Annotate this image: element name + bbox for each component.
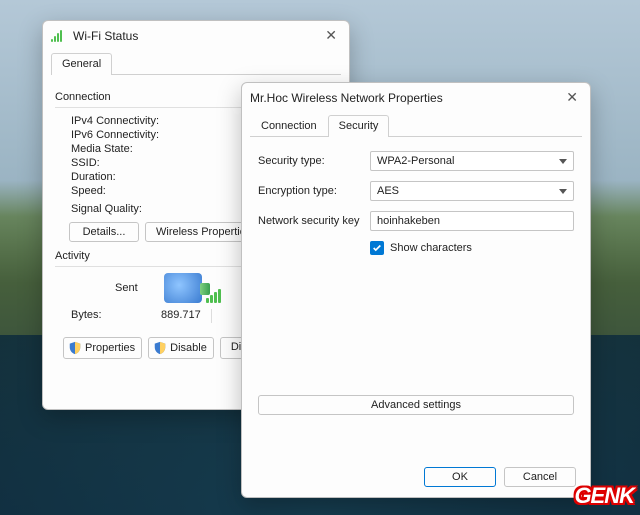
properties-tabs: Connection Security [250, 114, 582, 137]
cancel-button[interactable]: Cancel [504, 467, 576, 487]
wifi-status-title: Wi-Fi Status [73, 29, 315, 43]
computer-icon [164, 273, 202, 303]
tab-connection[interactable]: Connection [250, 115, 328, 137]
sent-label: Sent [115, 282, 138, 294]
wifi-signal-icon [51, 30, 65, 42]
properties-button[interactable]: Properties [63, 337, 142, 359]
tab-security[interactable]: Security [328, 115, 390, 137]
bytes-value: 889.717 [161, 309, 201, 323]
advanced-settings-button[interactable]: Advanced settings [258, 395, 574, 415]
details-button[interactable]: Details... [69, 222, 139, 242]
disable-button-label: Disable [170, 342, 207, 354]
security-key-value: hoinhakeben [377, 215, 440, 227]
properties-titlebar[interactable]: Mr.Hoc Wireless Network Properties ✕ [242, 83, 590, 110]
bytes-label: Bytes: [71, 309, 161, 323]
encryption-type-value: AES [377, 185, 399, 197]
network-properties-window: Mr.Hoc Wireless Network Properties ✕ Con… [241, 82, 591, 498]
security-type-value: WPA2-Personal [377, 155, 454, 167]
ok-button[interactable]: OK [424, 467, 496, 487]
security-key-input[interactable]: hoinhakeben [370, 211, 574, 231]
security-type-label: Security type: [258, 155, 370, 167]
close-icon[interactable]: ✕ [321, 27, 341, 44]
properties-body: Security type: WPA2-Personal Encryption … [242, 137, 590, 423]
show-characters-label: Show characters [390, 242, 472, 254]
properties-button-label: Properties [85, 342, 135, 354]
encryption-type-select[interactable]: AES [370, 181, 574, 201]
properties-title: Mr.Hoc Wireless Network Properties [250, 91, 556, 105]
tab-general[interactable]: General [51, 53, 112, 75]
close-icon[interactable]: ✕ [562, 89, 582, 106]
check-icon [372, 243, 382, 253]
show-characters-checkbox[interactable] [370, 241, 384, 255]
disable-button[interactable]: Disable [148, 337, 214, 359]
security-type-select[interactable]: WPA2-Personal [370, 151, 574, 171]
shield-icon [153, 341, 167, 355]
shield-icon [68, 341, 82, 355]
wifi-status-titlebar[interactable]: Wi-Fi Status ✕ [43, 21, 349, 48]
watermark-logo: GENK [574, 483, 634, 509]
wifi-status-tabs: General [51, 52, 341, 75]
encryption-type-label: Encryption type: [258, 185, 370, 197]
security-key-label: Network security key [258, 215, 370, 227]
